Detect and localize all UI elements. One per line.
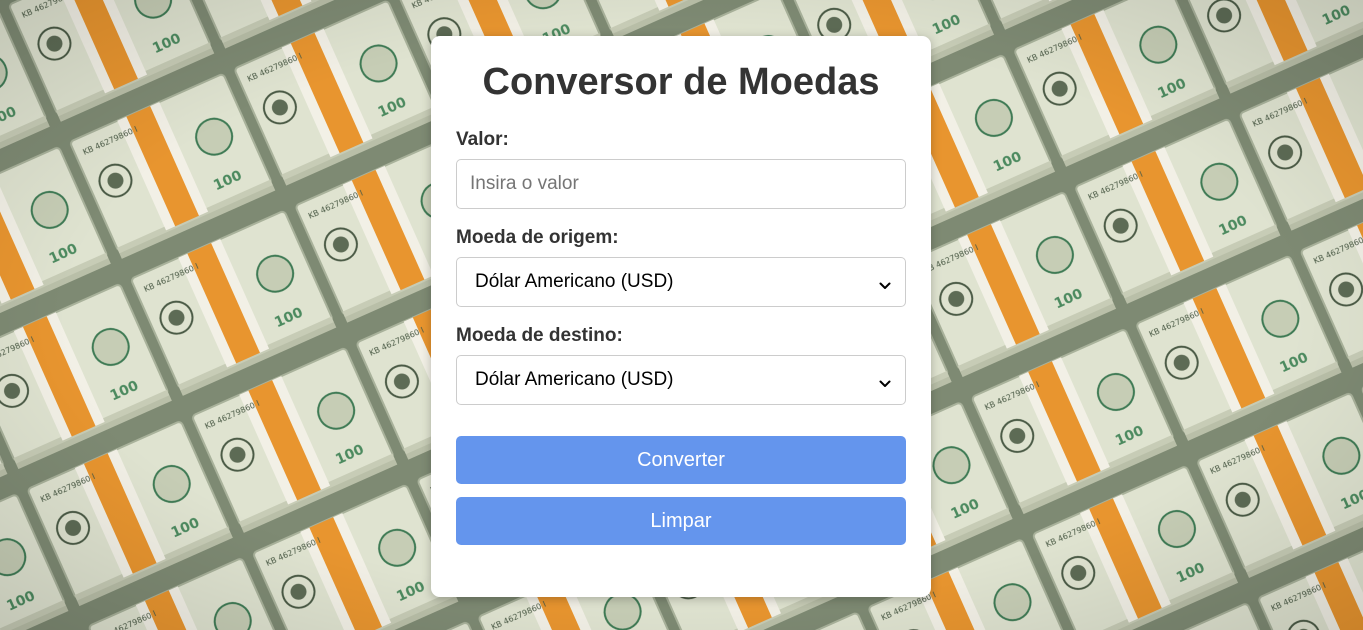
from-currency-value: Dólar Americano (USD) [475, 271, 674, 292]
to-currency-label: Moeda de destino: [456, 325, 623, 346]
chevron-down-icon [879, 276, 891, 289]
convert-button[interactable]: Converter [456, 436, 906, 484]
chevron-down-icon [879, 374, 891, 387]
to-currency-value: Dólar Americano (USD) [475, 369, 674, 390]
page-title: Conversor de Moedas [482, 61, 880, 103]
to-currency-select[interactable]: Dólar Americano (USD) [456, 355, 906, 405]
from-currency-select[interactable]: Dólar Americano (USD) [456, 257, 906, 307]
clear-button[interactable]: Limpar [456, 497, 906, 545]
converter-card: Conversor de Moedas Valor: Moeda de orig… [431, 36, 931, 597]
amount-label: Valor: [456, 129, 509, 150]
amount-input[interactable] [456, 159, 906, 209]
from-currency-label: Moeda de origem: [456, 227, 619, 248]
